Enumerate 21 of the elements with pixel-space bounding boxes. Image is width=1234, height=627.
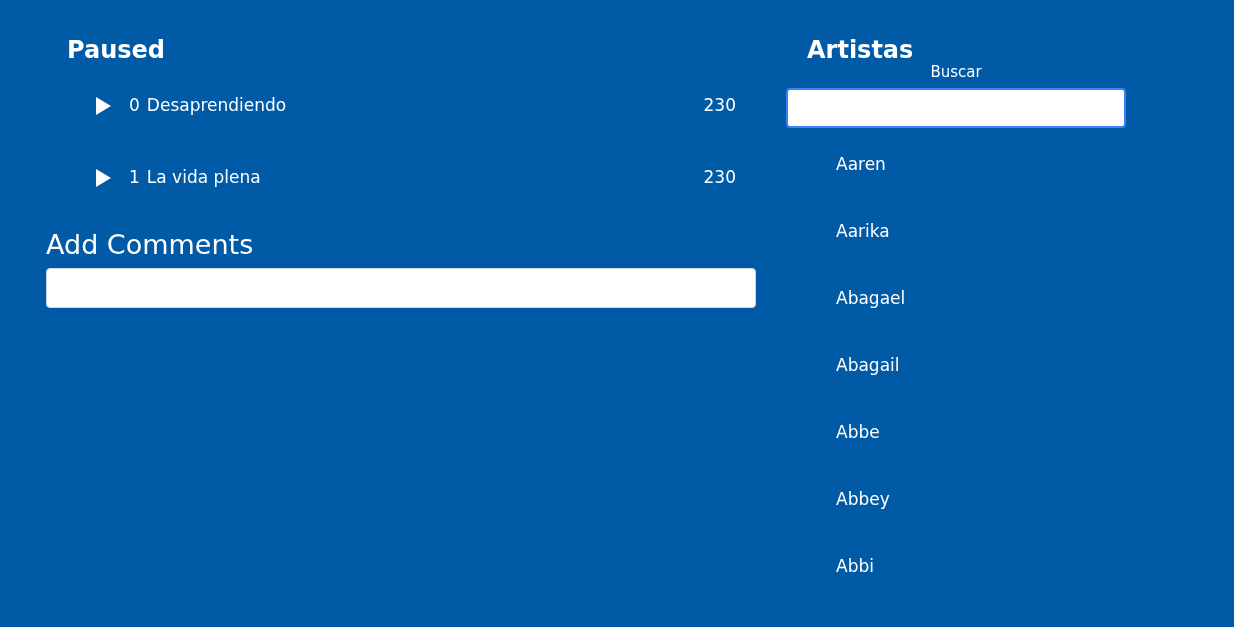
artist-item[interactable]: Abagael bbox=[836, 288, 906, 308]
artist-item[interactable]: Aaren bbox=[836, 154, 886, 174]
track-number: 1 bbox=[129, 166, 140, 190]
search-field[interactable] bbox=[786, 88, 1126, 128]
player-status-heading: Paused bbox=[67, 35, 165, 66]
track-title: Desaprendiendo bbox=[146, 94, 287, 118]
track-duration: 230 bbox=[703, 166, 736, 190]
track-number: 0 bbox=[129, 94, 140, 118]
artists-heading: Artistas bbox=[807, 35, 914, 66]
artist-item[interactable]: Abbi bbox=[836, 556, 874, 576]
play-icon[interactable] bbox=[96, 169, 111, 187]
comment-input-field[interactable] bbox=[46, 268, 756, 308]
search-label: Buscar bbox=[930, 62, 982, 82]
track-duration: 230 bbox=[703, 94, 736, 118]
artist-item[interactable]: Abbe bbox=[836, 422, 880, 442]
comments-heading: Add Comments bbox=[46, 228, 254, 262]
artist-item[interactable]: Abbey bbox=[836, 489, 890, 509]
artist-item[interactable]: Abagail bbox=[836, 355, 900, 375]
track-title: La vida plena bbox=[146, 166, 261, 190]
play-icon[interactable] bbox=[96, 97, 111, 115]
artist-item[interactable]: Aarika bbox=[836, 221, 890, 241]
